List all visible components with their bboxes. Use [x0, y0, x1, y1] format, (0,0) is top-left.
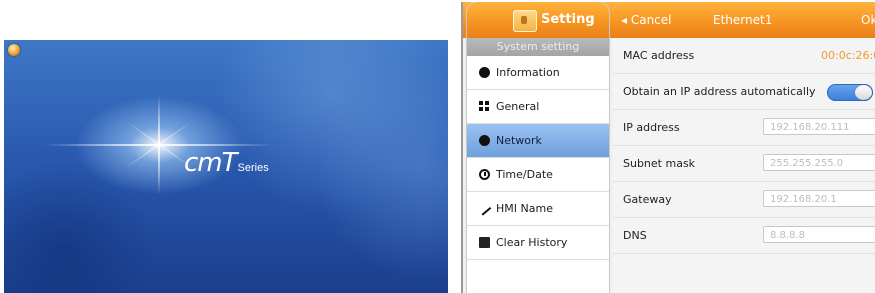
sidebar-item-time-date[interactable]: Time/Date [467, 158, 609, 192]
gateway-field[interactable]: 192.168.20.1 [763, 190, 875, 207]
logo-main-text: cmT [184, 148, 238, 178]
sidebar-item-label: Information [496, 66, 560, 79]
sidebar-item-clear-history[interactable]: Clear History [467, 226, 609, 260]
sidebar-subtitle: System setting [467, 38, 609, 56]
sidebar-item-network[interactable]: Network [467, 124, 609, 158]
settings-screen: Setting System setting Information Gener… [461, 2, 875, 293]
ip-address-field[interactable]: 192.168.20.111 [763, 118, 875, 135]
sidebar-item-label: HMI Name [496, 202, 553, 215]
network-icon [479, 135, 490, 146]
network-header: ◂ Cancel Ethernet1 Ok [613, 2, 875, 38]
toggle-knob [855, 85, 872, 100]
settings-title: Setting [541, 12, 595, 27]
mac-address-row: MAC address 00:0c:26:0f:e6:b2 [613, 38, 875, 74]
mac-address-label: MAC address [623, 49, 695, 62]
dns-field[interactable]: 8.8.8.8 [763, 226, 875, 243]
dhcp-toggle[interactable] [827, 84, 873, 101]
lock-icon [513, 10, 537, 32]
sidebar-item-label: Time/Date [496, 168, 553, 181]
mac-address-value: 00:0c:26:0f:e6:b2 [821, 49, 875, 62]
subnet-mask-label: Subnet mask [623, 157, 696, 170]
sidebar-item-information[interactable]: Information [467, 56, 609, 90]
sidebar-item-label: Network [496, 134, 542, 147]
ok-button[interactable]: Ok [861, 13, 875, 27]
settings-sidebar: Setting System setting Information Gener… [467, 2, 609, 293]
ip-address-row: IP address 192.168.20.111 [613, 110, 875, 146]
dns-label: DNS [623, 229, 647, 242]
subnet-mask-field[interactable]: 255.255.255.0 [763, 154, 875, 171]
clock-icon [479, 169, 490, 180]
logo-sub-text: Series [237, 162, 269, 174]
network-panel: ◂ Cancel Ethernet1 Ok MAC address 00:0c:… [613, 2, 875, 293]
app-corner-icon[interactable] [8, 44, 20, 56]
cancel-button[interactable]: ◂ Cancel [621, 13, 672, 27]
clear-icon [479, 237, 490, 248]
gateway-row: Gateway 192.168.20.1 [613, 182, 875, 218]
grid-icon [479, 101, 490, 112]
ip-address-label: IP address [623, 121, 680, 134]
dhcp-label: Obtain an IP address automatically [623, 85, 816, 98]
info-icon [479, 67, 490, 78]
sidebar-item-label: Clear History [496, 236, 568, 249]
pen-icon [477, 201, 492, 216]
gateway-label: Gateway [623, 193, 672, 206]
sidebar-item-label: General [496, 100, 540, 113]
sidebar-item-hmi-name[interactable]: HMI Name [467, 192, 609, 226]
subnet-mask-row: Subnet mask 255.255.255.0 [613, 146, 875, 182]
dhcp-row: Obtain an IP address automatically [613, 74, 875, 110]
splash-screen: cmTSeries [4, 40, 448, 293]
panel-title: Ethernet1 [713, 13, 773, 27]
cmt-series-logo: cmTSeries [184, 148, 269, 178]
dns-row: DNS 8.8.8.8 [613, 218, 875, 254]
sidebar-item-general[interactable]: General [467, 90, 609, 124]
sidebar-header: Setting [467, 2, 609, 38]
